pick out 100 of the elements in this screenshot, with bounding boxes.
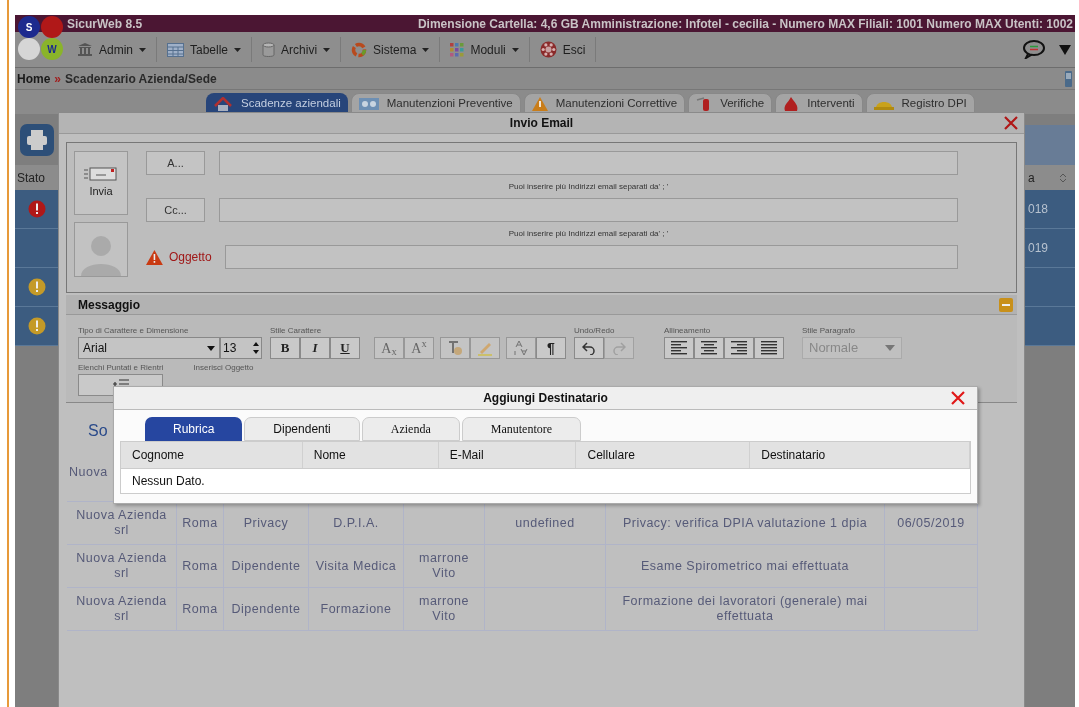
- breadcrumb-separator: »: [54, 70, 62, 88]
- subject-label: Oggetto: [168, 249, 213, 266]
- bank-icon: [77, 42, 93, 57]
- section-title: So: [88, 422, 108, 439]
- align-center-icon: [701, 341, 717, 355]
- warning-icon: [531, 96, 548, 111]
- tab[interactable]: Dipendenti: [244, 417, 360, 441]
- breadcrumb-current: Scadenzario Azienda/Sede: [65, 70, 217, 88]
- group-label: Stile Paragrafo: [802, 325, 856, 337]
- table-cell: Formazione: [309, 588, 404, 630]
- undo-icon: [582, 341, 596, 355]
- align-button[interactable]: [724, 337, 754, 359]
- tab[interactable]: Manutenzioni Correttive: [523, 93, 686, 114]
- tab[interactable]: Registro DPI: [865, 93, 975, 114]
- format-button[interactable]: U: [330, 337, 360, 359]
- font-select[interactable]: Arial: [78, 337, 220, 359]
- group-label: Stile Carattere: [270, 325, 323, 337]
- warning-icon: [146, 249, 163, 265]
- group-label: Undo/Redo: [574, 325, 616, 337]
- machine-icon: [358, 97, 379, 110]
- menu-item[interactable]: Admin: [67, 37, 157, 62]
- align-button[interactable]: [694, 337, 724, 359]
- format-button[interactable]: I: [300, 337, 330, 359]
- email-field[interactable]: [219, 151, 958, 175]
- email-field[interactable]: [219, 198, 958, 222]
- table-cell: [1025, 268, 1075, 307]
- table-cell: Nuova Azienda srl: [67, 545, 177, 587]
- size-spinner[interactable]: 13: [220, 337, 262, 359]
- send-button[interactable]: Invia: [74, 151, 128, 215]
- dialog-title: Invio Email: [509, 115, 574, 132]
- menu-item[interactable]: Archivi: [252, 37, 342, 62]
- tab[interactable]: Scadenze aziendali: [206, 93, 348, 114]
- error-icon: [27, 200, 46, 218]
- menu-item[interactable]: Sistema: [341, 37, 441, 62]
- format-button[interactable]: B: [270, 337, 300, 359]
- logo-letter: S: [25, 20, 33, 35]
- align-right-icon: [731, 341, 747, 355]
- menu-item[interactable]: Esci: [529, 37, 597, 62]
- close-icon[interactable]: [1004, 116, 1018, 130]
- align-button[interactable]: [754, 337, 784, 359]
- envelope-icon: [84, 166, 118, 181]
- spinner-icon: [253, 341, 259, 355]
- toolbar-background: [1025, 125, 1075, 165]
- hint-text: Puoi inserire più Indirizzi email separati da' ; ': [508, 180, 669, 193]
- chat-icon[interactable]: [1023, 40, 1045, 59]
- table-cell: 018: [1025, 190, 1075, 229]
- column-header: a: [1025, 165, 1075, 190]
- table-cell: Visita Medica: [309, 545, 404, 587]
- script-button[interactable]: A$_{x}$: [374, 337, 404, 359]
- column-header: Stato: [15, 165, 58, 190]
- table-cell: [1025, 307, 1075, 346]
- recipient-button[interactable]: A...: [146, 151, 205, 175]
- menu-item[interactable]: Moduli: [440, 37, 530, 62]
- group-label: Allineamento: [664, 325, 712, 337]
- column-header: Cellulare: [576, 442, 751, 468]
- warning-icon: [27, 317, 46, 335]
- subject-field[interactable]: [224, 245, 958, 269]
- text-direction-icon: [514, 340, 528, 356]
- text-color-button[interactable]: [440, 337, 470, 359]
- column-header: Cognome: [121, 442, 303, 468]
- column-header: Nome: [302, 442, 439, 468]
- recipient-button[interactable]: Cc...: [146, 198, 205, 222]
- tab[interactable]: Rubrica: [145, 417, 243, 441]
- menu-item[interactable]: Tabelle: [157, 37, 253, 62]
- table-cell: Roma: [177, 545, 224, 587]
- house-icon: [213, 96, 233, 111]
- logo-letter: W: [47, 42, 57, 57]
- table-cell: Dipendente: [224, 588, 309, 630]
- group-label: Elenchi Puntati e Rientri: [78, 362, 164, 374]
- caret-icon: [885, 345, 895, 351]
- hint-text: Puoi inserire più Indirizzi email separati da' ; ': [508, 227, 669, 240]
- tab[interactable]: Manutenzioni Preventive: [350, 93, 521, 114]
- tab[interactable]: Interventi: [775, 93, 863, 114]
- undo-button[interactable]: [574, 337, 604, 359]
- tab[interactable]: Verifiche: [688, 93, 773, 114]
- table-cell: Formazione dei lavoratori (generale) mai effettuata: [606, 588, 885, 630]
- pencil-icon: [477, 340, 493, 356]
- collapse-icon[interactable]: [999, 297, 1013, 312]
- fire-icon: [783, 96, 800, 111]
- dialog-title: Aggiungi Destinatario: [483, 390, 608, 407]
- script-button[interactable]: A$^{x}$: [404, 337, 434, 359]
- cylinder-icon: [262, 41, 276, 58]
- direction-button[interactable]: [506, 337, 536, 359]
- tab[interactable]: Manutentore: [461, 417, 582, 441]
- table-icon: [167, 42, 184, 57]
- text-color-icon: [447, 340, 463, 356]
- align-button[interactable]: [664, 337, 694, 359]
- column-header: E-Mail: [438, 442, 577, 468]
- breadcrumb-link[interactable]: Home: [17, 69, 51, 88]
- align-justify-icon: [761, 341, 777, 355]
- monitor-icon: [1064, 70, 1073, 87]
- dropdown-icon[interactable]: [1059, 44, 1071, 55]
- table-cell: Roma: [177, 588, 224, 630]
- pilcrow-button[interactable]: ¶: [536, 337, 566, 359]
- close-icon[interactable]: [951, 391, 965, 405]
- table-cell: 019: [1025, 229, 1075, 268]
- tab[interactable]: Azienda: [361, 417, 460, 441]
- table-cell: Dipendente: [224, 545, 309, 587]
- app-title: SicurWeb 8.5: [67, 15, 143, 33]
- license-info: Dimensione Cartella: 4,6 GB Amministrazione: Infotel - cecilia - Numero MAX Filiali: 1001 Numero MAX Utenti: 1002: [417, 15, 1073, 33]
